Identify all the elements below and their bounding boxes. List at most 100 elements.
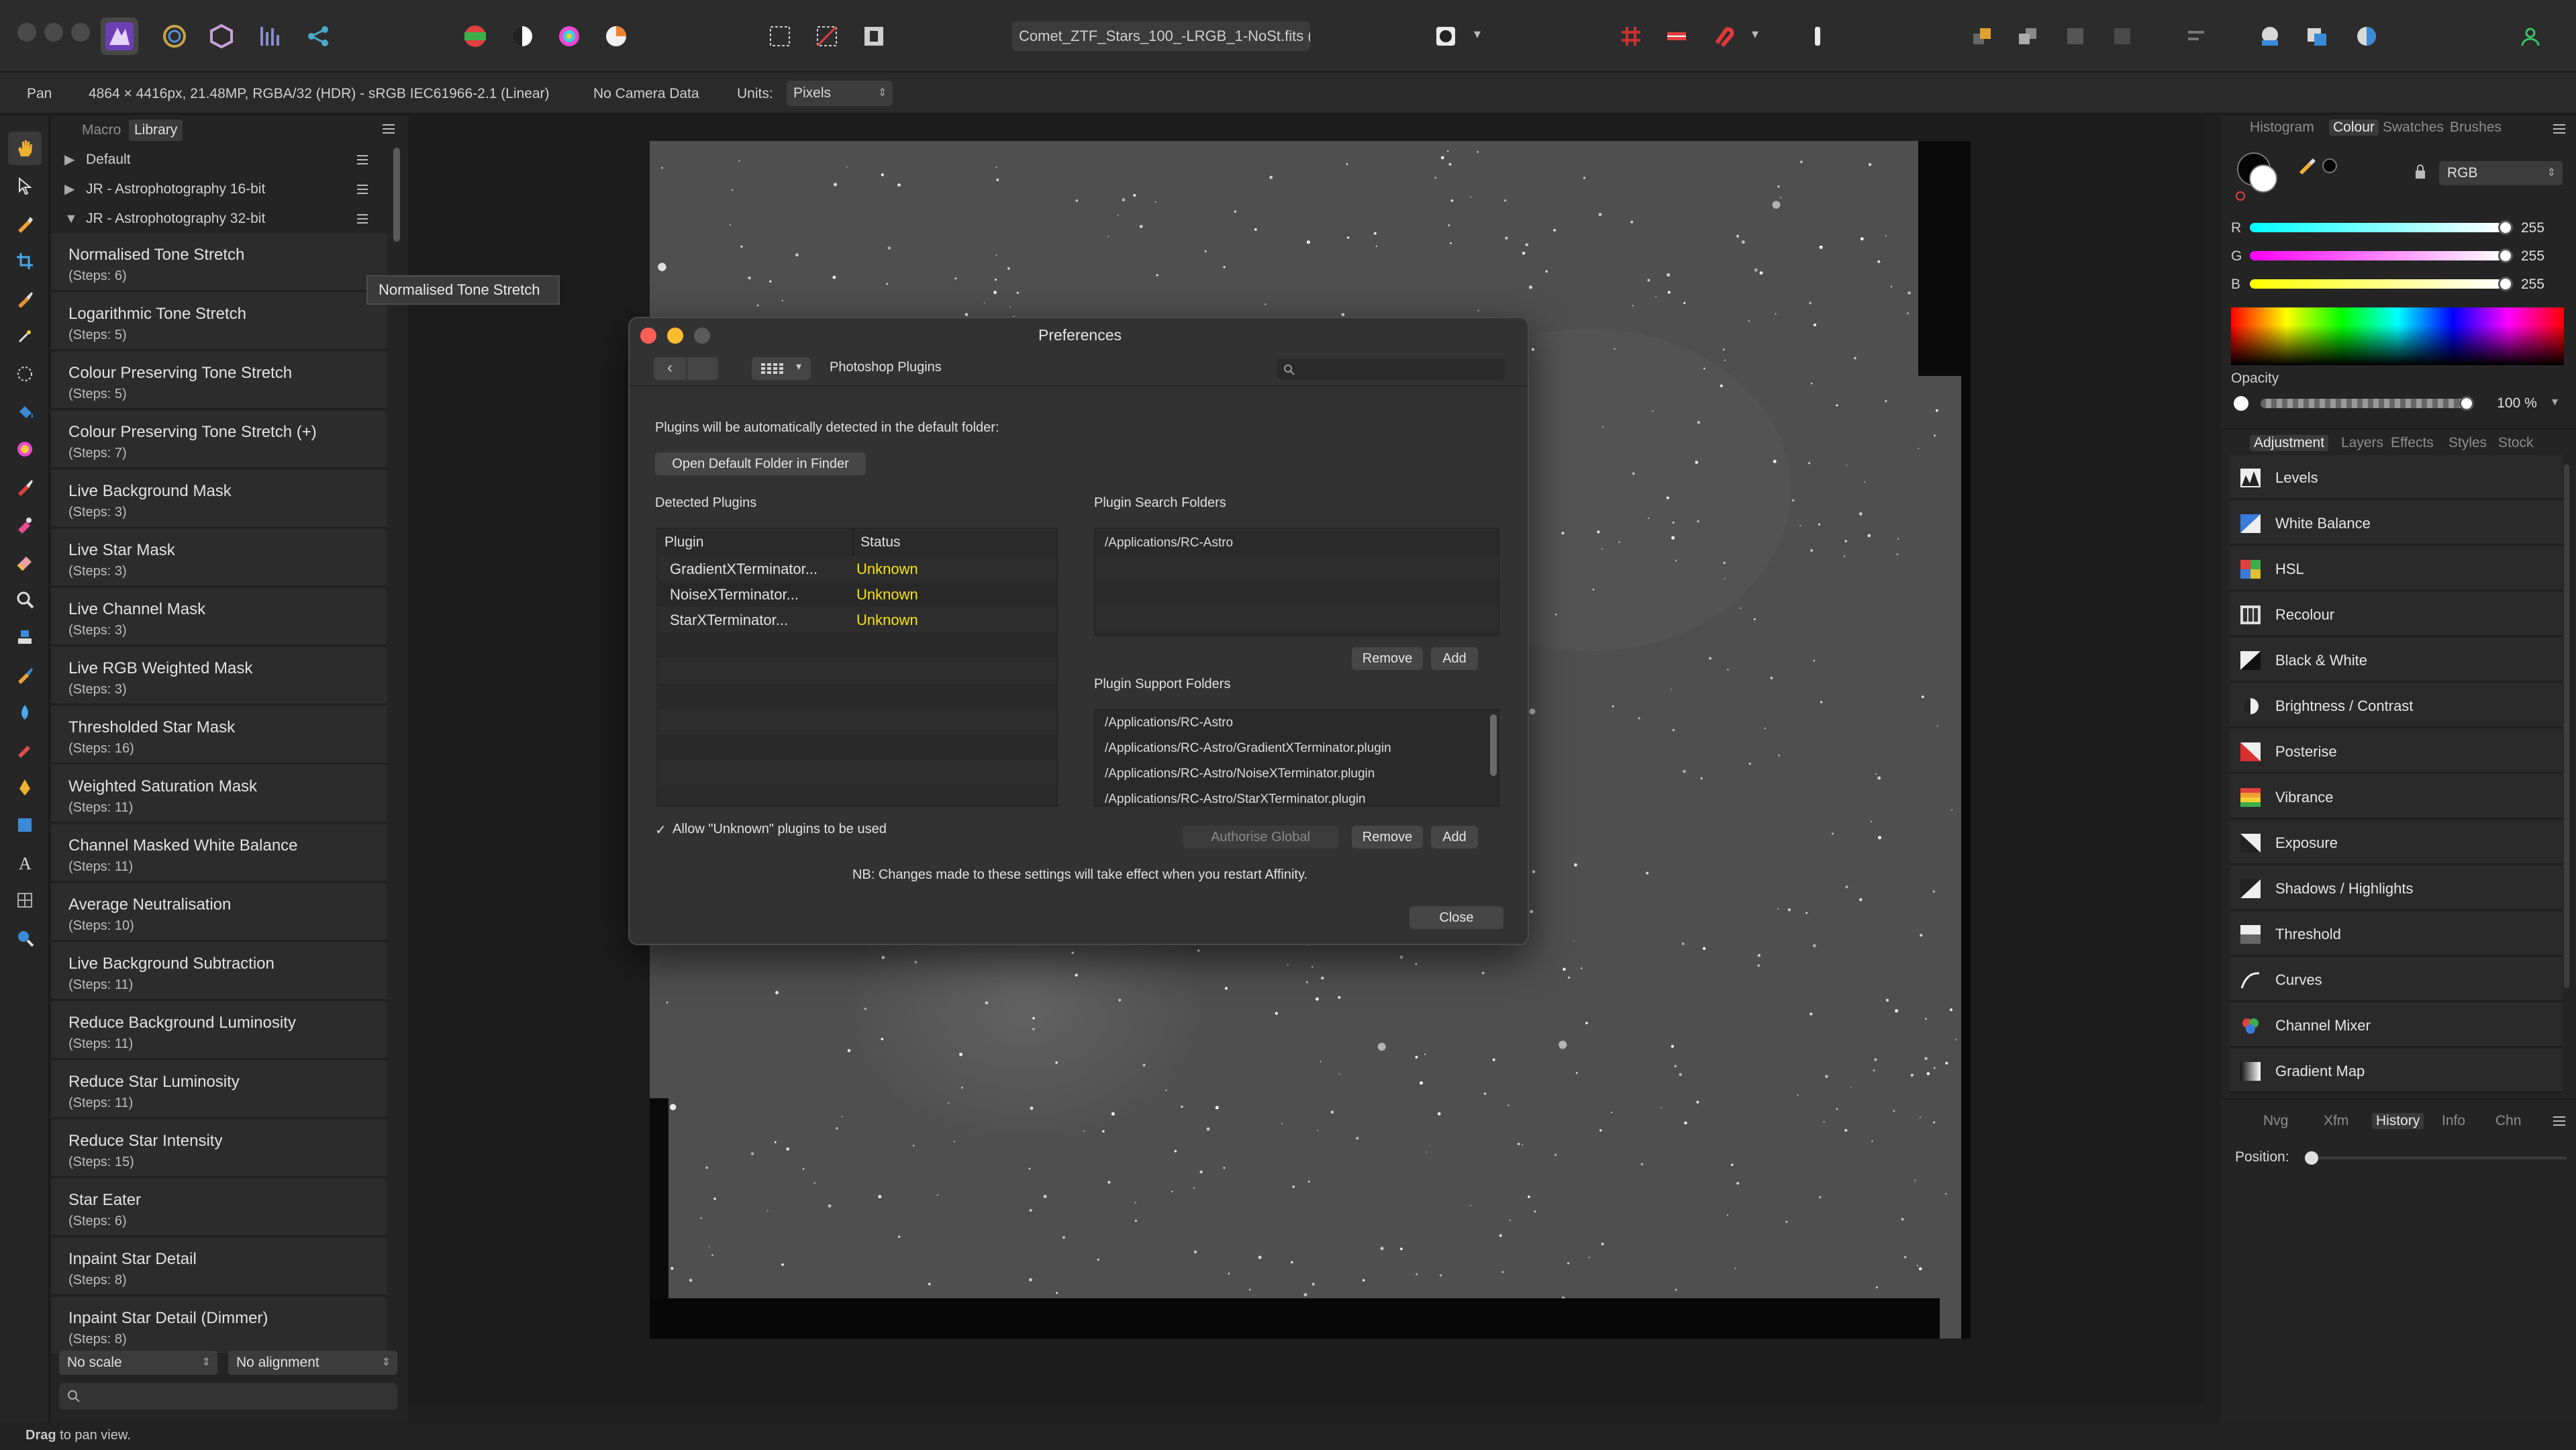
- marquee-selection-icon[interactable]: [761, 17, 799, 55]
- snapping-magnet-icon[interactable]: [1705, 17, 1742, 55]
- close-button[interactable]: Close: [1409, 906, 1503, 929]
- move-tool-icon[interactable]: [8, 169, 42, 203]
- arrange-forward-icon[interactable]: [1964, 17, 2001, 55]
- macro-item[interactable]: Inpaint Star Detail (Dimmer) (Steps: 8): [51, 1297, 387, 1355]
- zoom-tool-icon[interactable]: [8, 921, 42, 955]
- develop-persona-icon[interactable]: [203, 17, 240, 55]
- lock-icon[interactable]: [2414, 164, 2427, 180]
- studio-preset-icon[interactable]: [2251, 17, 2289, 55]
- back-icon[interactable]: ‹: [654, 357, 686, 380]
- category-menu-icon[interactable]: [356, 153, 372, 166]
- authorise-global-button[interactable]: Authorise Global: [1183, 826, 1338, 849]
- macro-item[interactable]: Reduce Star Luminosity (Steps: 11): [51, 1061, 387, 1118]
- align-icon[interactable]: [2177, 17, 2215, 55]
- quick-mask-icon[interactable]: [1427, 17, 1465, 55]
- scale-select[interactable]: No scale ⇕: [59, 1351, 217, 1375]
- marquee-tool-icon[interactable]: [8, 357, 42, 391]
- tab-history[interactable]: History: [2372, 1113, 2424, 1129]
- window-zoom-button[interactable]: [71, 23, 90, 42]
- macro-item[interactable]: Normalised Tone Stretch (Steps: 6): [51, 234, 387, 291]
- macro-item[interactable]: Logarithmic Tone Stretch (Steps: 5): [51, 293, 387, 350]
- mesh-warp-tool-icon[interactable]: [8, 883, 42, 917]
- tone-mapping-persona-icon[interactable]: [252, 17, 290, 55]
- green-value[interactable]: 255: [2521, 248, 2544, 264]
- plugin-row[interactable]: StarXTerminator... Unknown: [658, 607, 1056, 632]
- tab-layers[interactable]: Layers: [2341, 435, 2383, 451]
- opacity-slider[interactable]: [2261, 399, 2466, 408]
- flood-select-tool-icon[interactable]: [8, 320, 42, 353]
- view-mode-icon[interactable]: [2298, 17, 2336, 55]
- adjustment-item[interactable]: Curves: [2230, 957, 2563, 1002]
- macro-item[interactable]: Star Eater (Steps: 6): [51, 1179, 387, 1237]
- support-remove-button[interactable]: Remove: [1352, 826, 1423, 849]
- tab-navigator[interactable]: Nvg: [2263, 1113, 2288, 1129]
- adjustment-item[interactable]: Brightness / Contrast: [2230, 683, 2563, 728]
- snapping-dropdown-icon[interactable]: ▾: [1752, 26, 1758, 42]
- adjustment-item[interactable]: HSL: [2230, 546, 2563, 591]
- invert-selection-icon[interactable]: [855, 17, 893, 55]
- blue-value[interactable]: 255: [2521, 277, 2544, 293]
- macro-item[interactable]: Live Star Mask (Steps: 3): [51, 529, 387, 587]
- history-position-slider[interactable]: [2305, 1157, 2567, 1159]
- auto-colours-icon[interactable]: [550, 17, 588, 55]
- tab-adjustment[interactable]: Adjustment: [2250, 435, 2329, 451]
- adjustment-item[interactable]: Gradient Map: [2230, 1049, 2563, 1093]
- column-header-status[interactable]: Status: [854, 529, 1056, 556]
- open-default-folder-button[interactable]: Open Default Folder in Finder: [655, 452, 866, 475]
- category-astro-16bit[interactable]: ▶ JR - Astrophotography 16-bit: [51, 175, 387, 204]
- guides-icon[interactable]: [1658, 17, 1695, 55]
- macro-item[interactable]: Reduce Star Intensity (Steps: 15): [51, 1120, 387, 1177]
- tab-macro[interactable]: Macro: [77, 119, 126, 141]
- category-default[interactable]: ▶ Default: [51, 145, 387, 175]
- search-add-button[interactable]: Add: [1431, 647, 1478, 670]
- flood-fill-tool-icon[interactable]: [8, 395, 42, 428]
- tab-info[interactable]: Info: [2442, 1113, 2465, 1129]
- category-menu-icon[interactable]: [356, 212, 372, 226]
- selection-brush-tool-icon[interactable]: [8, 282, 42, 316]
- library-scrollbar[interactable]: [393, 148, 400, 242]
- allow-unknown-checkbox[interactable]: ✓: [655, 822, 666, 838]
- healing-tool-icon[interactable]: [8, 658, 42, 691]
- tab-swatches[interactable]: Swatches: [2383, 119, 2444, 136]
- clone-tool-icon[interactable]: [8, 620, 42, 654]
- fill-stroke-swatch[interactable]: [2234, 149, 2281, 203]
- panel-menu-icon[interactable]: [2552, 122, 2568, 136]
- liquify-persona-icon[interactable]: [156, 17, 193, 55]
- text-tool-icon[interactable]: A: [8, 846, 42, 879]
- plugin-row[interactable]: GradientXTerminator... Unknown: [658, 556, 1056, 581]
- panel-menu-icon[interactable]: [381, 122, 397, 136]
- preferences-search-input[interactable]: [1277, 358, 1505, 380]
- category-astro-32bit[interactable]: ▼ JR - Astrophotography 32-bit: [51, 204, 387, 234]
- category-menu-icon[interactable]: [356, 183, 372, 196]
- units-select[interactable]: Pixels ⇕: [787, 81, 893, 106]
- arrange-bottom-icon[interactable]: [2103, 17, 2141, 55]
- document-title-tab[interactable]: Comet_ZTF_Stars_100_-LRGB_1-NoSt.fits (4: [1012, 21, 1310, 51]
- split-view-icon[interactable]: [2348, 17, 2385, 55]
- erase-tool-icon[interactable]: [8, 545, 42, 579]
- adjustment-item[interactable]: Black & White: [2230, 638, 2563, 682]
- search-folders-list[interactable]: /Applications/RC-Astro: [1094, 528, 1499, 636]
- tab-styles[interactable]: Styles: [2448, 435, 2487, 451]
- macro-item[interactable]: Live Background Subtraction (Steps: 11): [51, 942, 387, 1000]
- history-slider-knob[interactable]: [2305, 1151, 2318, 1165]
- pen-tool-icon[interactable]: [8, 771, 42, 804]
- arrange-back-icon[interactable]: [2010, 17, 2047, 55]
- adjustment-item[interactable]: Vibrance: [2230, 775, 2563, 819]
- macro-item[interactable]: Inpaint Star Detail (Steps: 8): [51, 1238, 387, 1296]
- auto-contrast-icon[interactable]: [503, 17, 541, 55]
- tab-channels[interactable]: Chn: [2495, 1113, 2522, 1129]
- adjustment-item[interactable]: White Balance: [2230, 501, 2563, 545]
- column-header-plugin[interactable]: Plugin: [658, 529, 854, 556]
- macro-item[interactable]: Thresholded Star Mask (Steps: 16): [51, 706, 387, 764]
- macro-item[interactable]: Live Channel Mask (Steps: 3): [51, 588, 387, 646]
- list-item[interactable]: /Applications/RC-Astro: [1105, 536, 1233, 550]
- opacity-value[interactable]: 100 %: [2490, 392, 2544, 415]
- tab-brushes[interactable]: Brushes: [2450, 119, 2501, 136]
- paint-brush-tool-icon[interactable]: [8, 470, 42, 503]
- pixel-tool-icon[interactable]: [8, 508, 42, 541]
- adjustment-item[interactable]: Levels: [2230, 455, 2563, 499]
- macro-item[interactable]: Colour Preserving Tone Stretch (+) (Steps…: [51, 411, 387, 469]
- tab-histogram[interactable]: Histogram: [2250, 119, 2314, 136]
- auto-levels-icon[interactable]: [456, 17, 494, 55]
- tab-effects[interactable]: Effects: [2391, 435, 2434, 451]
